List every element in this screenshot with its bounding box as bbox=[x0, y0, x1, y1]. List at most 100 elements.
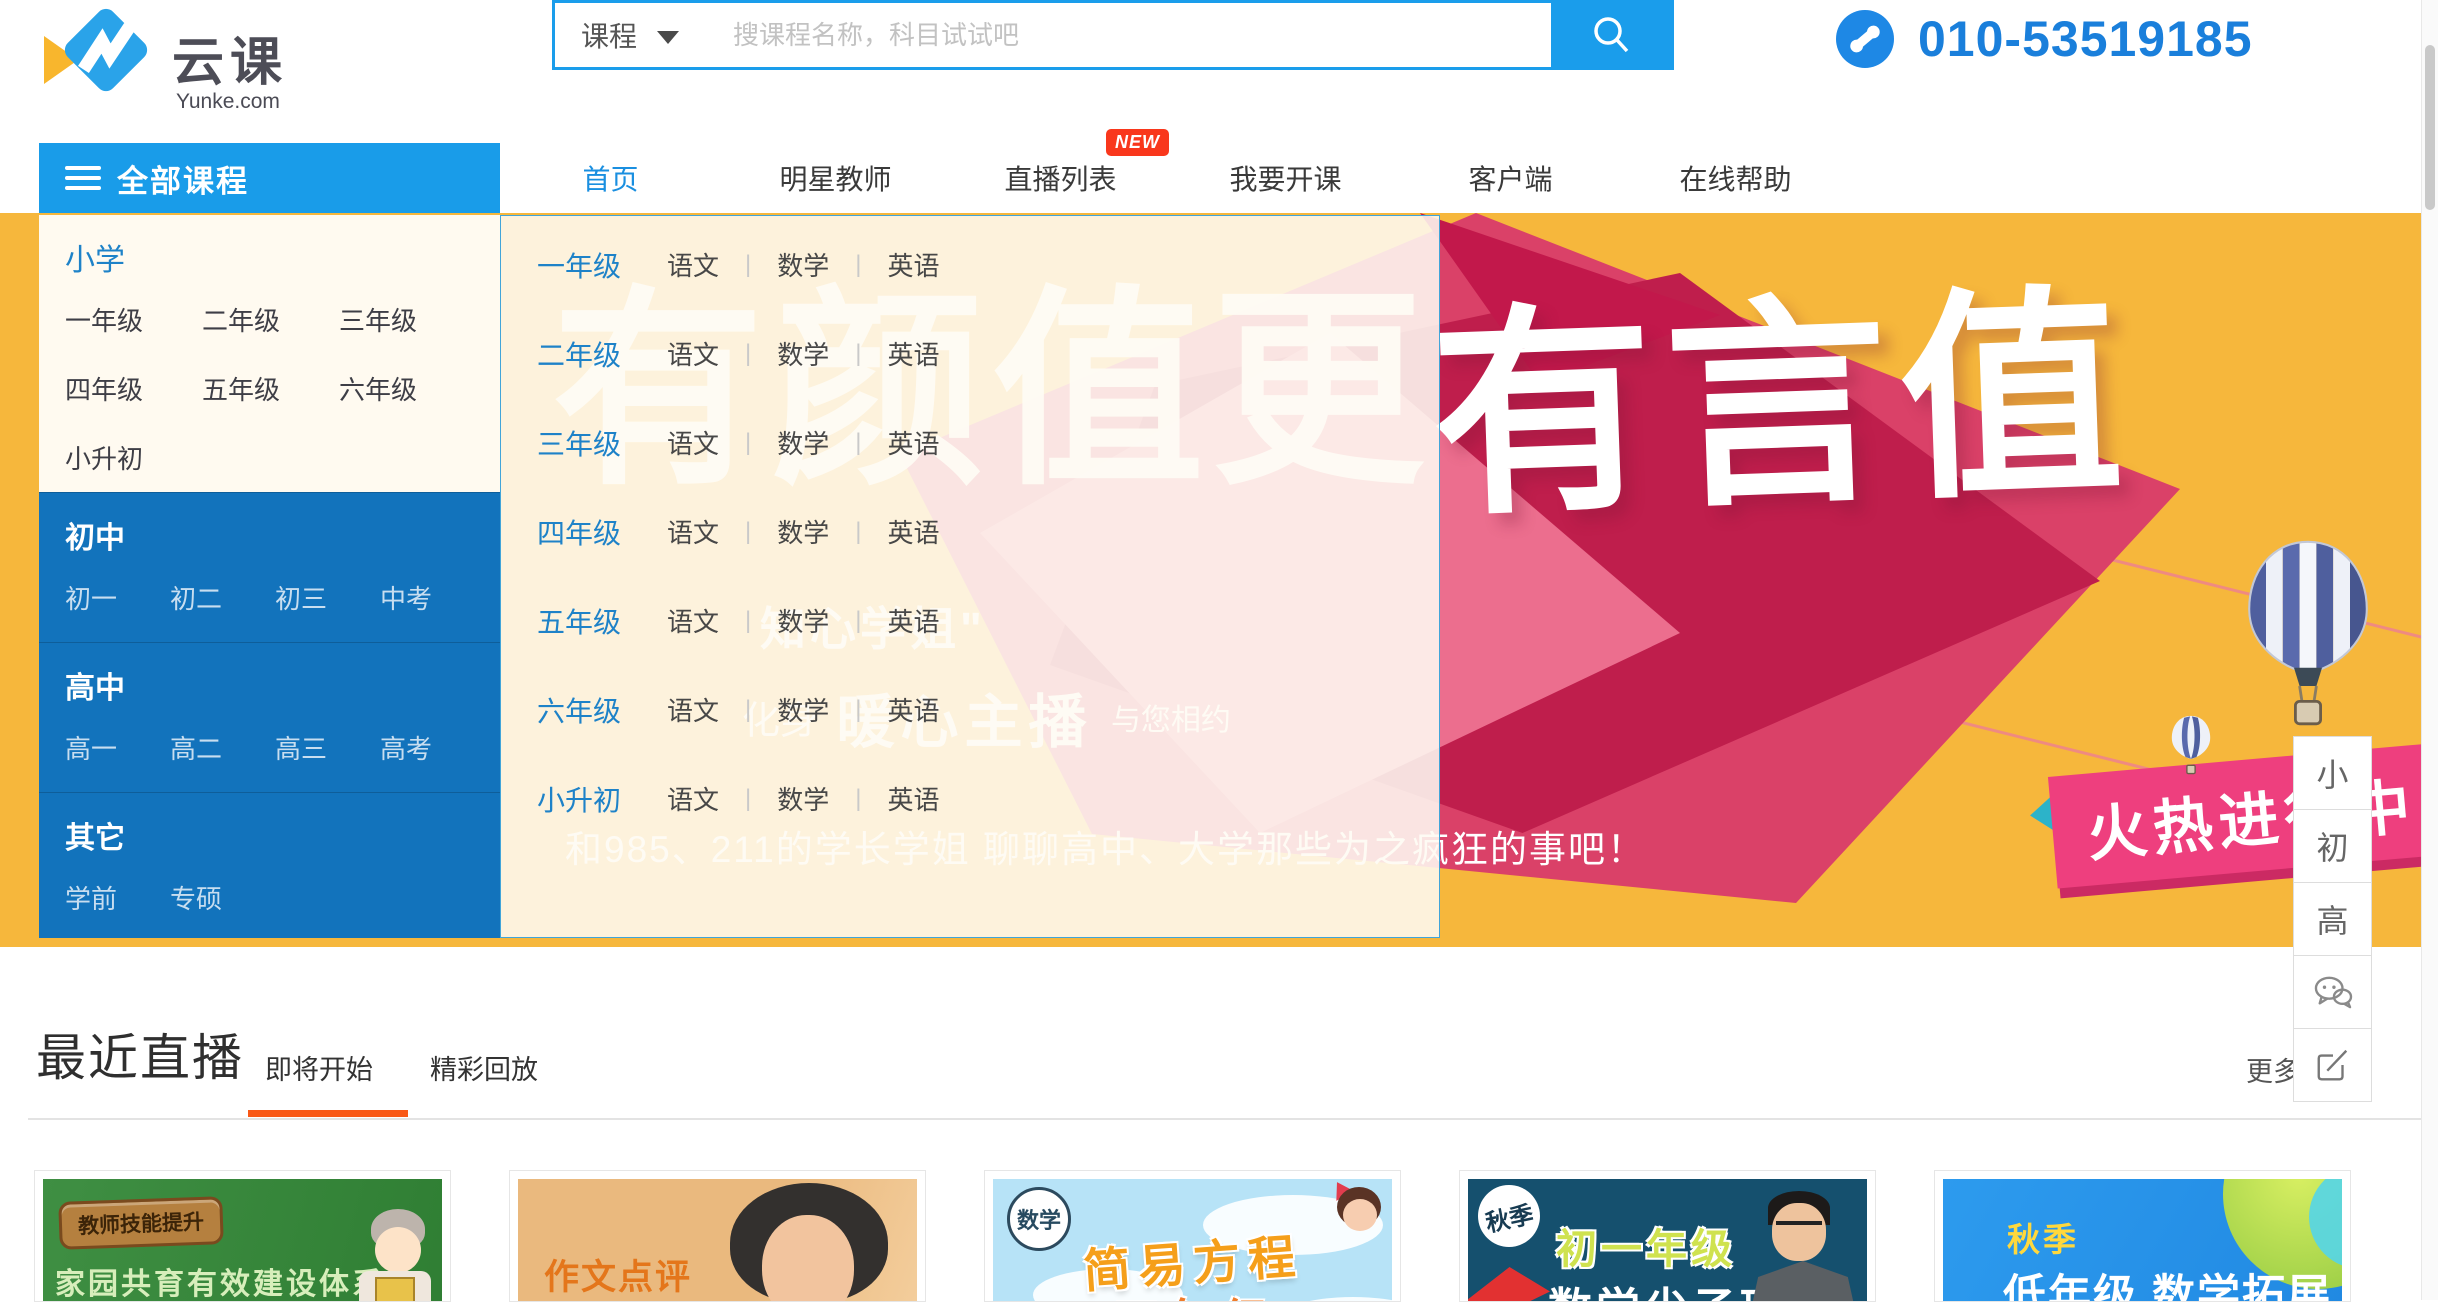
course-card[interactable]: 秋季 初一年级 数学尖子班 bbox=[1459, 1170, 1876, 1302]
nav-item-home[interactable]: 首页 bbox=[498, 143, 723, 213]
flyout-subject-link[interactable]: 数学 bbox=[777, 335, 829, 372]
teacher-photo bbox=[1744, 1261, 1862, 1302]
flyout-subject-link[interactable]: 语文 bbox=[667, 691, 719, 728]
category-section-senior-high: 高中 高一 高二 高三 高考 bbox=[39, 642, 500, 792]
more-link[interactable]: 更多 bbox=[2246, 1050, 2300, 1089]
section-title[interactable]: 其它 bbox=[39, 793, 500, 857]
search-button[interactable] bbox=[1551, 3, 1671, 67]
category-item[interactable]: 六年级 bbox=[339, 370, 476, 407]
category-item[interactable]: 初三 bbox=[275, 579, 380, 616]
separator: | bbox=[745, 607, 751, 635]
flyout-grade-link[interactable]: 五年级 bbox=[537, 601, 667, 641]
section-title[interactable]: 小学 bbox=[39, 215, 500, 279]
course-card[interactable]: 作文点评 足不出户轻松学作文 bbox=[509, 1170, 926, 1302]
flyout-subject-link[interactable]: 英语 bbox=[888, 424, 940, 461]
category-item[interactable]: 四年级 bbox=[65, 370, 202, 407]
flyout-subject-link[interactable]: 语文 bbox=[667, 780, 719, 817]
flyout-subject-link[interactable]: 语文 bbox=[667, 602, 719, 639]
flyout-grade-link[interactable]: 六年级 bbox=[537, 690, 667, 730]
floatbar-feedback[interactable] bbox=[2293, 1028, 2372, 1102]
card-title: 低年级 数学拓展班 bbox=[2003, 1261, 2342, 1302]
separator: | bbox=[855, 696, 861, 724]
flyout-subject-link[interactable]: 语文 bbox=[667, 246, 719, 283]
search-bar: 课程 bbox=[552, 0, 1674, 70]
category-item[interactable]: 三年级 bbox=[339, 301, 476, 338]
course-card[interactable]: 数学 简易方程 五年级 bbox=[984, 1170, 1401, 1302]
search-input[interactable] bbox=[719, 3, 1551, 67]
flyout-subject-link[interactable]: 英语 bbox=[888, 602, 940, 639]
nav-item-help[interactable]: 在线帮助 bbox=[1623, 143, 1848, 213]
category-item[interactable]: 高二 bbox=[170, 729, 275, 766]
course-card[interactable]: 教师技能提升 家园共育有效建设体系 bbox=[34, 1170, 451, 1302]
flyout-grade-link[interactable]: 小升初 bbox=[537, 779, 667, 819]
separator: | bbox=[745, 251, 751, 279]
card-badge: 秋季 bbox=[2007, 1213, 2079, 1261]
nav-items: 首页 明星教师 直播列表 NEW 我要开课 客户端 在线帮助 bbox=[498, 143, 1848, 213]
flyout-grade-link[interactable]: 二年级 bbox=[537, 334, 667, 374]
flyout-subject-link[interactable]: 数学 bbox=[777, 780, 829, 817]
flyout-subject-link[interactable]: 英语 bbox=[888, 780, 940, 817]
nav-item-live-list-label: 直播列表 bbox=[1004, 158, 1116, 198]
category-item[interactable]: 高考 bbox=[380, 729, 485, 766]
floatbar-chat[interactable] bbox=[2293, 955, 2372, 1029]
nav-item-teachers[interactable]: 明星教师 bbox=[723, 143, 948, 213]
nav-item-client[interactable]: 客户端 bbox=[1398, 143, 1623, 213]
tab-replay[interactable]: 精彩回放 bbox=[430, 1048, 538, 1087]
floatbar-senior[interactable]: 高 bbox=[2293, 882, 2372, 956]
flyout-subject-link[interactable]: 数学 bbox=[777, 246, 829, 283]
contact-phone: 010-53519185 bbox=[1836, 10, 2253, 68]
phone-number: 010-53519185 bbox=[1918, 10, 2253, 68]
flyout-subject-link[interactable]: 语文 bbox=[667, 424, 719, 461]
section-title[interactable]: 初中 bbox=[39, 493, 500, 557]
flyout-subject-link[interactable]: 数学 bbox=[777, 602, 829, 639]
card-title: 初一年级 bbox=[1556, 1215, 1736, 1275]
category-section-other: 其它 学前 专硕 bbox=[39, 792, 500, 938]
category-item[interactable]: 学前 bbox=[65, 879, 170, 916]
flyout-subject-link[interactable]: 英语 bbox=[888, 335, 940, 372]
category-item[interactable]: 二年级 bbox=[202, 301, 339, 338]
flyout-subject-link[interactable]: 数学 bbox=[777, 424, 829, 461]
flyout-subject-link[interactable]: 英语 bbox=[888, 691, 940, 728]
tab-upcoming[interactable]: 即将开始 bbox=[265, 1048, 373, 1087]
search-category-dropdown[interactable]: 课程 bbox=[555, 3, 719, 67]
separator: | bbox=[855, 340, 861, 368]
category-item[interactable]: 一年级 bbox=[65, 301, 202, 338]
wechat-icon bbox=[2312, 974, 2354, 1010]
category-item[interactable]: 专硕 bbox=[170, 879, 275, 916]
flyout-subject-link[interactable]: 英语 bbox=[888, 246, 940, 283]
nav-item-live-list[interactable]: 直播列表 NEW bbox=[948, 143, 1173, 213]
flyout-subject-link[interactable]: 语文 bbox=[667, 335, 719, 372]
section-title[interactable]: 高中 bbox=[39, 643, 500, 707]
category-item[interactable]: 中考 bbox=[380, 579, 485, 616]
flyout-subject-link[interactable]: 英语 bbox=[888, 513, 940, 550]
floating-toolbar: 小 初 高 bbox=[2293, 737, 2372, 1102]
category-item[interactable]: 高三 bbox=[275, 729, 380, 766]
main-navbar: 全部课程 首页 明星教师 直播列表 NEW 我要开课 客户端 在线帮助 bbox=[0, 143, 2438, 213]
flyout-subject-link[interactable]: 数学 bbox=[777, 691, 829, 728]
flyout-grade-link[interactable]: 四年级 bbox=[537, 512, 667, 552]
separator: | bbox=[745, 340, 751, 368]
search-category-label: 课程 bbox=[581, 15, 637, 55]
separator: | bbox=[855, 251, 861, 279]
flyout-grade-link[interactable]: 一年级 bbox=[537, 245, 667, 285]
course-card[interactable]: 秋季 低年级 数学拓展班 bbox=[1934, 1170, 2351, 1302]
flyout-row: 小升初 语文 | 数学 | 英语 bbox=[501, 754, 1439, 843]
floatbar-junior[interactable]: 初 bbox=[2293, 809, 2372, 883]
live-course-cards: 教师技能提升 家园共育有效建设体系 作文点评 足不出户轻松学作文 数学 简易方程… bbox=[34, 1170, 2351, 1302]
category-item[interactable]: 初二 bbox=[170, 579, 275, 616]
category-item[interactable]: 高一 bbox=[65, 729, 170, 766]
flyout-row: 五年级 语文 | 数学 | 英语 bbox=[501, 576, 1439, 665]
plane-illustration bbox=[1468, 1267, 1550, 1302]
scrollbar-thumb[interactable] bbox=[2425, 45, 2435, 210]
flyout-subject-link[interactable]: 数学 bbox=[777, 513, 829, 550]
nav-item-open-course[interactable]: 我要开课 bbox=[1173, 143, 1398, 213]
card-badge: 数学 bbox=[1007, 1187, 1071, 1251]
flyout-grade-link[interactable]: 三年级 bbox=[537, 423, 667, 463]
category-item[interactable]: 初一 bbox=[65, 579, 170, 616]
flyout-subject-link[interactable]: 语文 bbox=[667, 513, 719, 550]
all-courses-button[interactable]: 全部课程 bbox=[39, 143, 500, 213]
category-item[interactable]: 小升初 bbox=[65, 439, 202, 476]
floatbar-primary[interactable]: 小 bbox=[2293, 736, 2372, 810]
scrollbar-track[interactable] bbox=[2421, 0, 2438, 1300]
category-item[interactable]: 五年级 bbox=[202, 370, 339, 407]
